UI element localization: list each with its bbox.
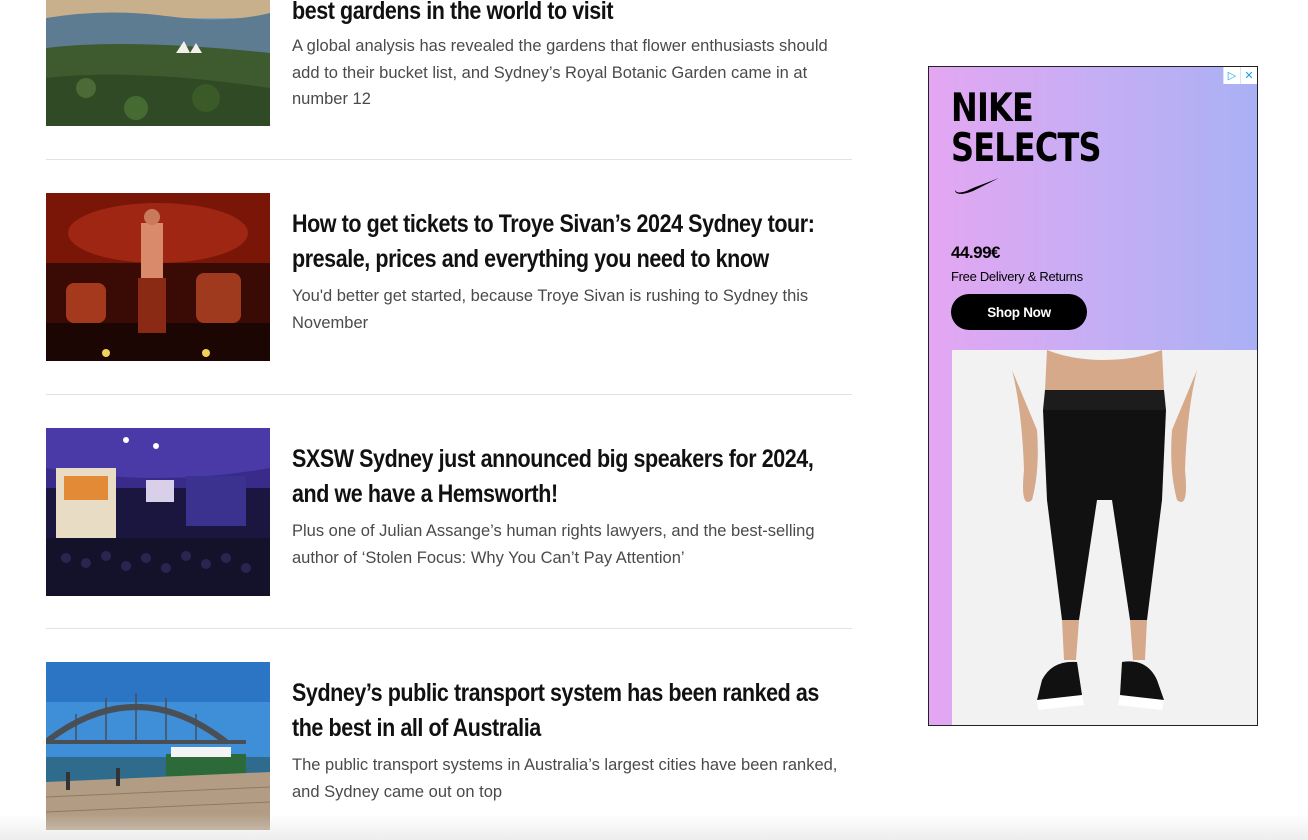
nike-swoosh-icon: [955, 178, 999, 194]
shop-now-button[interactable]: Shop Now: [951, 294, 1087, 330]
article-thumbnail[interactable]: [46, 428, 270, 596]
ad-price: 44.99€: [951, 243, 1001, 262]
ad-controls: ▷ ✕: [1223, 67, 1257, 84]
harbour-bridge-image: [46, 662, 270, 830]
ad-brand-line1: NIKE: [951, 86, 1034, 131]
ad-product-image[interactable]: [952, 350, 1257, 725]
article-thumbnail[interactable]: [46, 662, 270, 830]
article-title[interactable]: SXSW Sydney just announced big speakers …: [292, 442, 851, 512]
advertisement[interactable]: ▷ ✕ NIKE SELECTS 44.99€ Free Delivery & …: [928, 66, 1258, 726]
article-description: You'd better get started, because Troye …: [292, 287, 809, 332]
concert-stage-image: [46, 193, 270, 361]
page: best gardens in the world to visit A glo…: [0, 0, 1308, 840]
article-description: Plus one of Julian Assange’s human right…: [292, 522, 815, 567]
conference-hall-image: [46, 428, 270, 596]
article-title[interactable]: How to get tickets to Troye Sivan’s 2024…: [292, 207, 851, 277]
sydney-harbour-image: [46, 0, 270, 126]
close-icon[interactable]: ✕: [1240, 67, 1257, 84]
article-thumbnail[interactable]: [46, 193, 270, 361]
article-title[interactable]: Sydney’s public transport system has bee…: [292, 676, 851, 746]
article-description: A global analysis has revealed the garde…: [292, 37, 828, 108]
divider: [46, 628, 852, 629]
article-thumbnail[interactable]: [46, 0, 270, 126]
article-description: The public transport systems in Australi…: [292, 756, 838, 801]
ad-delivery-text: Free Delivery & Returns: [951, 269, 1083, 284]
ad-brand-title: NIKE SELECTS: [951, 86, 1102, 171]
adchoices-icon[interactable]: ▷: [1223, 67, 1240, 84]
article-title[interactable]: best gardens in the world to visit: [292, 0, 851, 29]
divider: [46, 394, 852, 395]
divider: [46, 159, 852, 160]
leggings-product-image: [952, 350, 1257, 725]
ad-brand-line2: SELECTS: [951, 126, 1102, 171]
